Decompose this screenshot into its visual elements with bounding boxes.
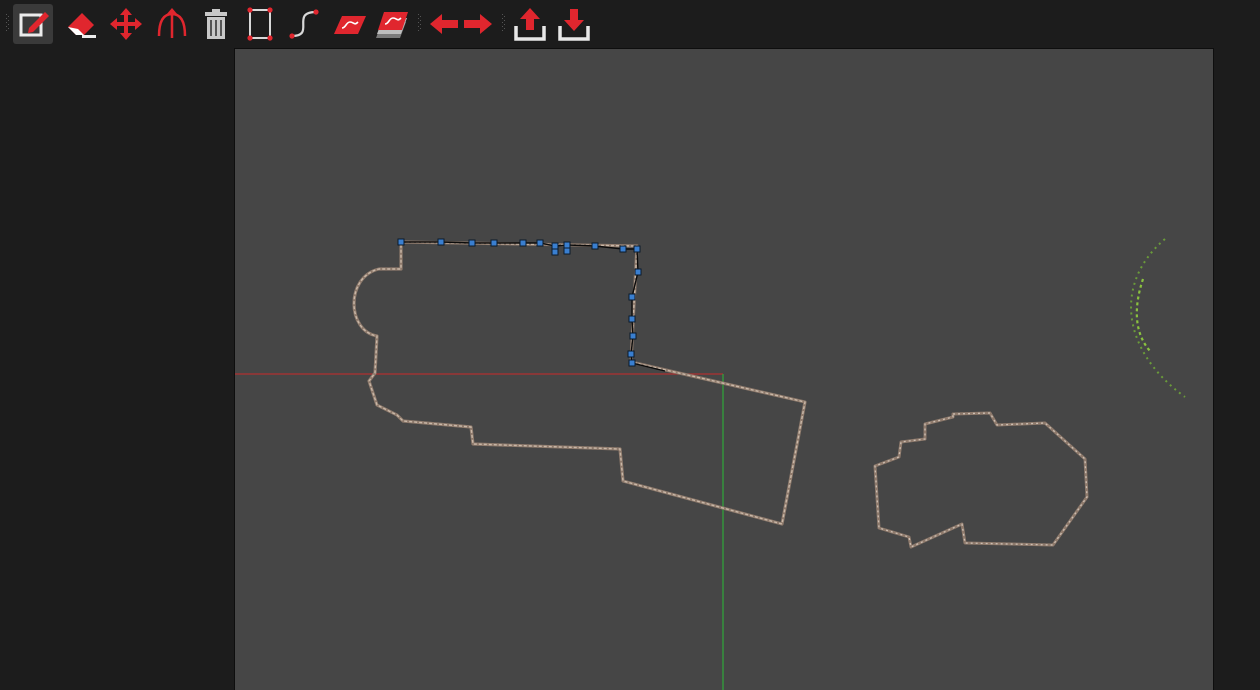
layers-stack-icon [376, 12, 408, 38]
vertex-handle[interactable] [519, 239, 527, 247]
vertex-handle[interactable] [628, 315, 636, 323]
active-polyline[interactable] [401, 241, 666, 372]
right-panel [1214, 48, 1260, 690]
toolbar-grip[interactable] [502, 14, 506, 34]
next-button[interactable] [458, 4, 498, 44]
split-button[interactable] [152, 4, 192, 44]
vertex-handle[interactable] [468, 239, 476, 247]
vertex-handle[interactable] [629, 332, 637, 340]
vertex-handle[interactable] [619, 245, 627, 253]
move-button[interactable] [106, 4, 146, 44]
move-arrows-icon [110, 8, 142, 40]
vertex-handle[interactable] [551, 248, 559, 256]
vertex-handle[interactable] [490, 239, 498, 247]
vertex-handle[interactable] [628, 359, 636, 367]
canvas-viewport[interactable] [234, 48, 1214, 690]
vertex-handle[interactable] [628, 293, 636, 301]
curve-button[interactable] [284, 4, 324, 44]
vertex-handle[interactable] [633, 245, 641, 253]
layers-stack-button[interactable] [372, 4, 412, 44]
trash-icon [205, 9, 227, 39]
rectangle-icon [247, 7, 273, 41]
left-panel [0, 48, 234, 690]
vertex-handle[interactable] [563, 247, 571, 255]
building-outline-main [352, 240, 807, 526]
vegetation-points [1130, 238, 1186, 398]
upload-icon [514, 8, 546, 41]
vertex-handle[interactable] [634, 268, 642, 276]
toolbar-grip[interactable] [6, 14, 10, 34]
download-icon [558, 9, 590, 41]
vertex-handle[interactable] [591, 242, 599, 250]
split-arrow-icon [157, 8, 187, 38]
layer-button[interactable] [330, 4, 370, 44]
draw-polygon-button[interactable] [13, 4, 53, 44]
vertex-handle[interactable] [627, 350, 635, 358]
vertex-handle[interactable] [536, 239, 544, 247]
vertex-handle[interactable] [437, 238, 445, 246]
toolbar [0, 0, 1260, 48]
edit-icon [19, 12, 49, 37]
vertex-handle[interactable] [563, 241, 571, 249]
floorplan-canvas[interactable] [235, 49, 1214, 690]
upload-button[interactable] [510, 4, 550, 44]
arrow-right-icon [464, 14, 492, 34]
delete-button[interactable] [196, 4, 236, 44]
eraser-icon [68, 13, 96, 38]
erase-button[interactable] [62, 4, 102, 44]
vertex-handle[interactable] [551, 242, 559, 250]
vertex-handles[interactable] [397, 238, 642, 367]
toolbar-grip[interactable] [418, 14, 422, 34]
vertex-handle[interactable] [397, 238, 405, 246]
curve-icon [289, 9, 319, 39]
layer-icon [334, 16, 366, 34]
rectangle-button[interactable] [240, 4, 280, 44]
arrow-left-icon [430, 14, 458, 34]
vegetation-points-dense [1135, 278, 1151, 352]
download-button[interactable] [554, 4, 594, 44]
building-outline-secondary [873, 411, 1089, 549]
